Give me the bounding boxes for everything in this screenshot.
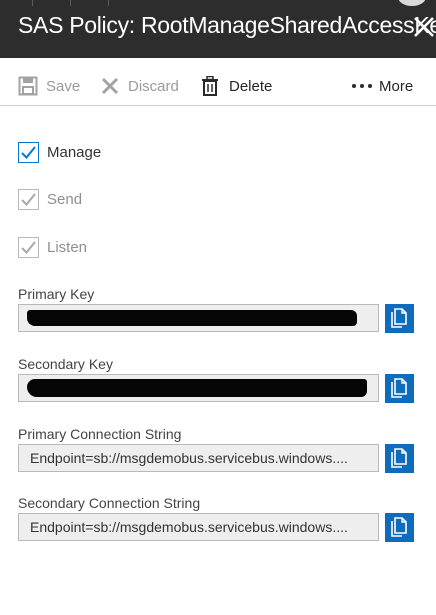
copy-primary-connection-string-button[interactable] xyxy=(385,444,414,473)
ellipsis-icon xyxy=(351,76,373,96)
redaction-mark xyxy=(27,310,357,326)
primary-connection-string-field[interactable]: Endpoint=sb://msgdemobus.servicebus.wind… xyxy=(18,444,379,472)
discard-button[interactable]: Discard xyxy=(100,74,179,98)
copy-secondary-key-button[interactable] xyxy=(385,374,414,403)
primary-key-field[interactable] xyxy=(18,304,379,332)
listen-checkbox xyxy=(18,236,39,258)
copy-icon xyxy=(391,378,407,398)
listen-label: Listen xyxy=(47,238,88,256)
tab-strip-edge xyxy=(0,0,436,6)
save-button[interactable]: Save xyxy=(18,74,80,98)
save-icon xyxy=(18,76,38,96)
more-button[interactable]: More xyxy=(351,74,413,98)
copy-secondary-connection-string-button[interactable] xyxy=(385,513,414,542)
more-label: More xyxy=(379,77,414,95)
discard-icon xyxy=(100,76,120,96)
listen-checkbox-row: Listen xyxy=(18,236,87,258)
primary-key-label: Primary Key xyxy=(18,286,95,302)
save-label: Save xyxy=(46,77,81,95)
secondary-key-field[interactable] xyxy=(18,374,379,402)
blade-header: SAS Policy: RootManageSharedAccessKey xyxy=(0,0,436,58)
manage-checkbox[interactable] xyxy=(18,141,39,163)
secondary-key-label: Secondary Key xyxy=(18,356,113,372)
copy-icon xyxy=(391,517,407,537)
trash-icon xyxy=(201,75,221,96)
send-checkbox xyxy=(18,188,39,210)
page-title: SAS Policy: RootManageSharedAccessKey xyxy=(18,12,436,38)
delete-button[interactable]: Delete xyxy=(201,74,272,98)
primary-connection-string-label: Primary Connection String xyxy=(18,426,182,442)
checkmark-icon xyxy=(21,192,36,206)
manage-label: Manage xyxy=(47,143,102,161)
delete-label: Delete xyxy=(229,77,273,95)
send-label: Send xyxy=(47,190,83,208)
checkmark-icon xyxy=(21,145,36,159)
send-checkbox-row: Send xyxy=(18,188,82,210)
secondary-connection-string-field[interactable]: Endpoint=sb://msgdemobus.servicebus.wind… xyxy=(18,513,379,541)
secondary-connection-string-label: Secondary Connection String xyxy=(18,495,201,511)
discard-label: Discard xyxy=(128,77,179,95)
manage-checkbox-row[interactable]: Manage xyxy=(18,141,101,163)
copy-primary-key-button[interactable] xyxy=(385,304,414,333)
copy-icon xyxy=(391,448,407,468)
checkmark-icon xyxy=(21,240,36,254)
redaction-mark xyxy=(27,379,367,397)
command-bar: Save Discard Delete More xyxy=(0,66,436,106)
copy-icon xyxy=(391,308,407,328)
close-icon[interactable] xyxy=(412,12,436,40)
